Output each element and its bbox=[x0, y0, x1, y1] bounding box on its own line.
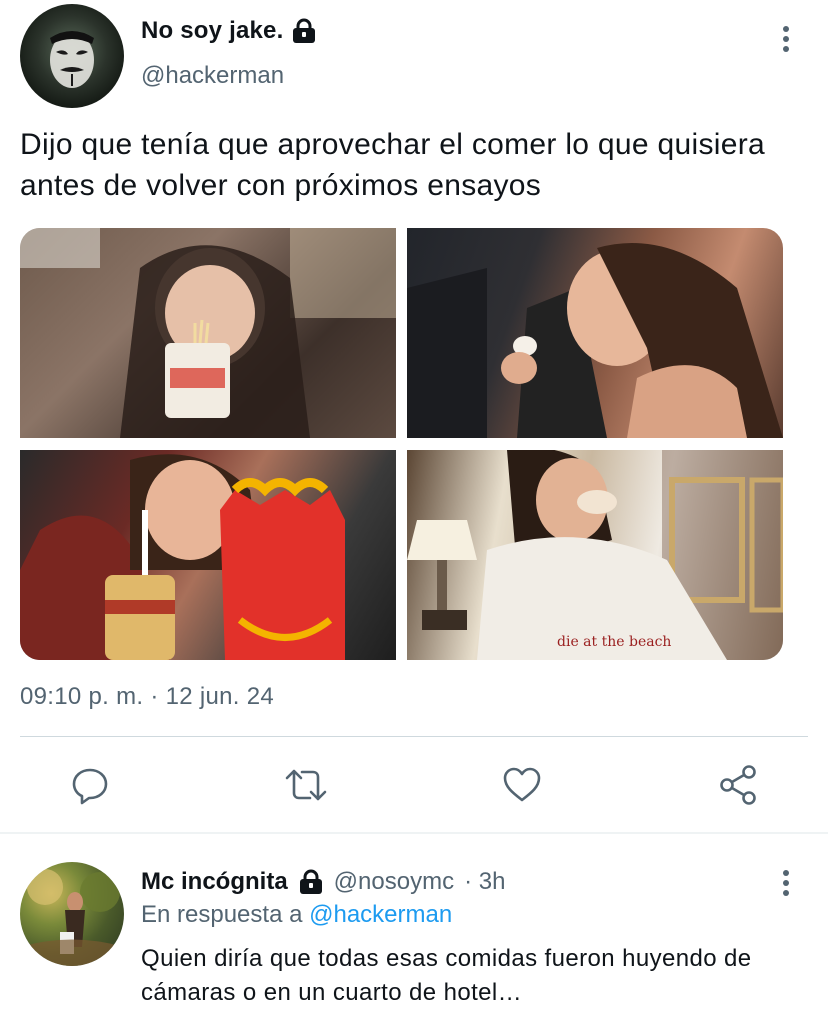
share-button[interactable] bbox=[716, 763, 760, 807]
media-photo-1[interactable] bbox=[20, 228, 396, 438]
media-photo-2[interactable] bbox=[407, 228, 783, 438]
tweet-timestamp[interactable]: 09:10 p. m. · 12 jun. 24 bbox=[20, 683, 274, 711]
shirt-print-text: die at the beach bbox=[557, 634, 671, 650]
media-grid: die at the beach bbox=[20, 228, 783, 660]
reply-author-handle[interactable]: @nosoymc bbox=[334, 868, 454, 896]
retweet-button[interactable] bbox=[284, 763, 328, 807]
media-photo-4[interactable]: die at the beach bbox=[407, 450, 783, 660]
main-tweet: No soy jake. @hackerman Dijo que tenía q… bbox=[0, 0, 828, 834]
lock-icon bbox=[299, 869, 322, 894]
reply-tweet[interactable]: Mc incógnita @nosoymc · 3h En respuesta … bbox=[0, 834, 828, 1016]
mask-avatar-icon bbox=[50, 31, 94, 88]
reply-text: Quien diría que todas esas comidas fuero… bbox=[141, 945, 752, 1006]
avatar[interactable] bbox=[20, 4, 124, 108]
profile-photo-icon bbox=[20, 869, 124, 966]
in-reply-to-label: En respuesta a bbox=[141, 901, 303, 928]
divider bbox=[20, 736, 808, 737]
share-icon bbox=[720, 765, 756, 805]
lock-icon bbox=[293, 18, 316, 43]
like-button[interactable] bbox=[500, 763, 544, 807]
reply-more-options-icon[interactable] bbox=[772, 866, 800, 900]
reply-header: Mc incógnita @nosoymc · 3h bbox=[141, 868, 505, 896]
reply-icon bbox=[72, 768, 108, 805]
more-options-icon[interactable] bbox=[772, 22, 800, 56]
retweet-icon bbox=[285, 769, 327, 801]
author-display-name[interactable]: No soy jake. bbox=[141, 17, 283, 45]
media-photo-3[interactable] bbox=[20, 450, 396, 660]
in-reply-to-mention[interactable]: @hackerman bbox=[309, 901, 452, 928]
reply-author-display-name[interactable]: Mc incógnita bbox=[141, 868, 288, 896]
reply-button[interactable] bbox=[68, 763, 112, 807]
in-reply-to: En respuesta a @hackerman bbox=[141, 901, 452, 929]
reply-avatar[interactable] bbox=[20, 862, 124, 966]
author-name-row: No soy jake. bbox=[141, 17, 317, 45]
tweet-text: Dijo que tenía que aprovechar el comer l… bbox=[20, 128, 765, 202]
reply-time[interactable]: · 3h bbox=[464, 868, 505, 896]
author-handle[interactable]: @hackerman bbox=[141, 62, 284, 90]
like-icon bbox=[503, 767, 541, 802]
